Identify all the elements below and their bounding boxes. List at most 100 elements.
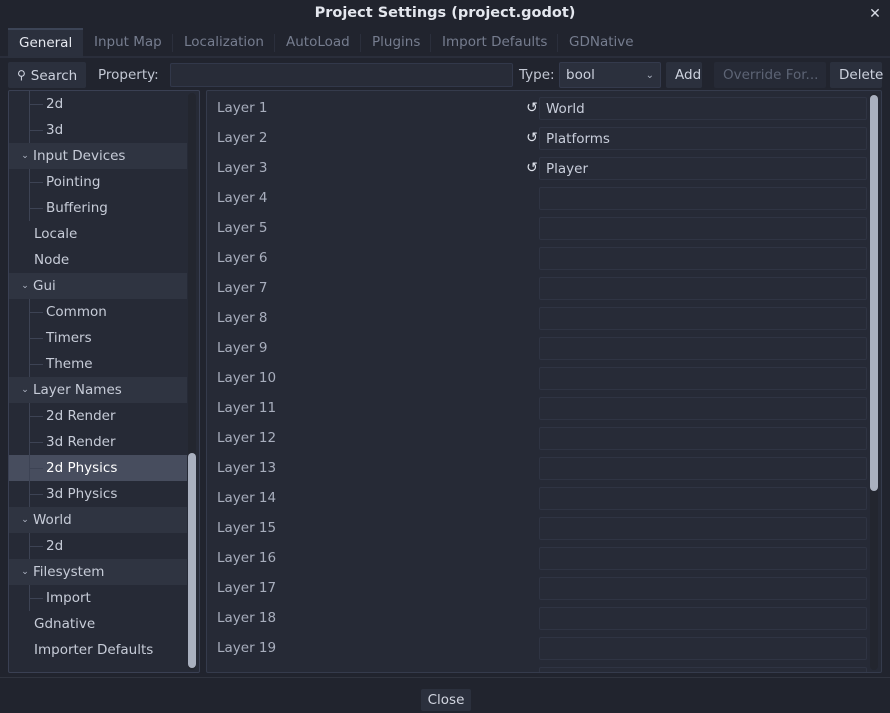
- layer-name-input[interactable]: [539, 427, 867, 450]
- override-for-button: Override For...: [714, 62, 826, 88]
- sidebar-item-3d-render[interactable]: 3d Render: [9, 429, 187, 455]
- layer-name-input[interactable]: [539, 637, 867, 660]
- layer-name-input[interactable]: [539, 307, 867, 330]
- layer-row: Layer 16: [207, 543, 867, 573]
- sidebar-item-importer-defaults[interactable]: Importer Defaults: [9, 637, 187, 663]
- sidebar-item-pointing[interactable]: Pointing: [9, 169, 187, 195]
- sidebar-item-label: World: [33, 512, 72, 528]
- sidebar-item-timers[interactable]: Timers: [9, 325, 187, 351]
- layer-name-input[interactable]: [539, 487, 867, 510]
- layer-name-input[interactable]: [539, 97, 867, 120]
- layer-name-label: Layer 16: [217, 550, 277, 566]
- sidebar-item-2d[interactable]: 2d: [9, 91, 187, 117]
- sidebar-item-3d[interactable]: 3d: [9, 117, 187, 143]
- tab-general[interactable]: General: [8, 28, 84, 58]
- tab-gdnative[interactable]: GDNative: [558, 28, 645, 58]
- sidebar-item-theme[interactable]: Theme: [9, 351, 187, 377]
- sidebar-item-label: Buffering: [46, 200, 108, 216]
- layer-row: Layer 20: [207, 663, 867, 672]
- chevron-down-icon[interactable]: ⌄: [19, 143, 31, 169]
- layer-name-input[interactable]: [539, 277, 867, 300]
- layer-name-label: Layer 8: [217, 310, 268, 326]
- layer-row: Layer 3 ↺: [207, 153, 867, 183]
- footer-divider: [0, 677, 890, 678]
- layer-name-input[interactable]: [539, 667, 867, 672]
- sidebar-item-common[interactable]: Common: [9, 299, 187, 325]
- search-button-label: Search: [30, 68, 78, 84]
- layer-name-input[interactable]: [539, 157, 867, 180]
- sidebar-item-3d-physics[interactable]: 3d Physics: [9, 481, 187, 507]
- layer-row: Layer 5: [207, 213, 867, 243]
- layer-row: Layer 8: [207, 303, 867, 333]
- property-input[interactable]: [170, 63, 513, 87]
- layer-name-input[interactable]: [539, 517, 867, 540]
- layer-name-input[interactable]: [539, 457, 867, 480]
- tree-connector: [29, 442, 43, 443]
- tab-plugins[interactable]: Plugins: [361, 28, 432, 58]
- main-scrollbar-thumb[interactable]: [870, 95, 878, 491]
- revert-icon[interactable]: ↺: [524, 130, 540, 146]
- tree-connector: [29, 130, 43, 131]
- layer-name-input[interactable]: [539, 547, 867, 570]
- type-label: Type:: [519, 67, 555, 83]
- chevron-down-icon[interactable]: ⌄: [19, 559, 31, 585]
- main-scrollbar[interactable]: [870, 93, 878, 670]
- layer-name-input[interactable]: [539, 577, 867, 600]
- layer-name-input[interactable]: [539, 337, 867, 360]
- sidebar-item-label: Common: [46, 304, 107, 320]
- layer-name-label: Layer 17: [217, 580, 277, 596]
- settings-category-tree[interactable]: 2d 3d ⌄ Input Devices Pointing Buffering Local…: [8, 90, 200, 673]
- layer-name-input[interactable]: [539, 217, 867, 240]
- sidebar-item-import[interactable]: Import: [9, 585, 187, 611]
- sidebar-item-2d[interactable]: 2d: [9, 533, 187, 559]
- tab-input-map[interactable]: Input Map: [83, 28, 173, 58]
- delete-button[interactable]: Delete: [830, 62, 883, 88]
- sidebar-item-2d-render[interactable]: 2d Render: [9, 403, 187, 429]
- sidebar-item-label: Gdnative: [34, 616, 96, 632]
- layer-name-input[interactable]: [539, 127, 867, 150]
- tree-connector: [29, 494, 43, 495]
- chevron-down-icon[interactable]: ⌄: [19, 507, 31, 533]
- layer-row: Layer 2 ↺: [207, 123, 867, 153]
- chevron-down-icon[interactable]: ⌄: [19, 377, 31, 403]
- sidebar-item-label: 3d Physics: [46, 486, 118, 502]
- sidebar-item-world[interactable]: ⌄ World: [9, 507, 187, 533]
- close-icon[interactable]: ✕: [864, 3, 886, 25]
- sidebar-item-layer-names[interactable]: ⌄ Layer Names: [9, 377, 187, 403]
- sidebar-item-gdnative[interactable]: Gdnative: [9, 611, 187, 637]
- sidebar-scrollbar[interactable]: [188, 93, 196, 670]
- layer-name-input[interactable]: [539, 247, 867, 270]
- layer-row: Layer 19: [207, 633, 867, 663]
- layer-name-input[interactable]: [539, 397, 867, 420]
- sidebar-item-label: Locale: [34, 226, 78, 242]
- chevron-down-icon[interactable]: ⌄: [19, 273, 31, 299]
- sidebar-item-input-devices[interactable]: ⌄ Input Devices: [9, 143, 187, 169]
- layer-name-input[interactable]: [539, 607, 867, 630]
- tab-import-defaults[interactable]: Import Defaults: [431, 28, 559, 58]
- layer-name-label: Layer 7: [217, 280, 268, 296]
- search-button[interactable]: ⚲ Search: [8, 62, 86, 88]
- tree-connector: [29, 104, 43, 105]
- sidebar-scrollbar-thumb[interactable]: [188, 453, 196, 668]
- layer-name-input[interactable]: [539, 367, 867, 390]
- sidebar-item-2d-physics[interactable]: 2d Physics: [9, 455, 187, 481]
- tab-localization[interactable]: Localization: [173, 28, 275, 58]
- revert-icon[interactable]: ↺: [524, 100, 540, 116]
- tab-autoload[interactable]: AutoLoad: [275, 28, 361, 58]
- sidebar-item-locale[interactable]: Locale: [9, 221, 187, 247]
- tree-connector: [29, 468, 43, 469]
- close-button[interactable]: Close: [421, 689, 471, 711]
- layer-name-label: Layer 3: [217, 160, 268, 176]
- sidebar-item-node[interactable]: Node: [9, 247, 187, 273]
- type-dropdown[interactable]: bool ⌄: [559, 62, 661, 88]
- layer-name-label: Layer 10: [217, 370, 277, 386]
- layer-name-input[interactable]: [539, 187, 867, 210]
- sidebar-item-label: 3d: [46, 122, 64, 138]
- sidebar-item-filesystem[interactable]: ⌄ Filesystem: [9, 559, 187, 585]
- sidebar-item-gui[interactable]: ⌄ Gui: [9, 273, 187, 299]
- sidebar-item-buffering[interactable]: Buffering: [9, 195, 187, 221]
- add-button[interactable]: Add: [666, 62, 702, 88]
- property-label: Property:: [98, 67, 159, 83]
- revert-icon[interactable]: ↺: [524, 160, 540, 176]
- layer-row: Layer 1 ↺: [207, 93, 867, 123]
